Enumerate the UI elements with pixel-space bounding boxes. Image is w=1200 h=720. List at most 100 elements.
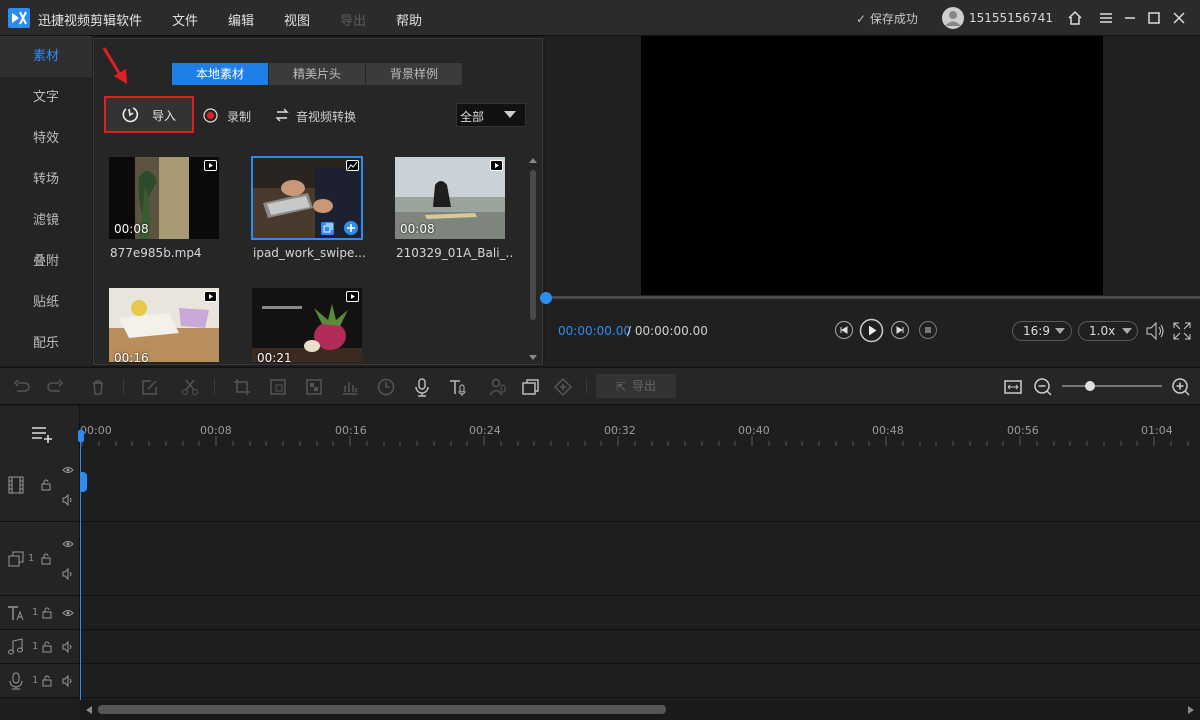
redo-icon[interactable] bbox=[45, 377, 65, 397]
tab-backgrounds[interactable]: 背景样例 bbox=[366, 63, 462, 85]
ruler-tick-label: 00:40 bbox=[738, 424, 770, 437]
media-duration: 00:21 bbox=[257, 351, 292, 365]
preview-screen[interactable] bbox=[641, 36, 1103, 295]
nav-item-effects[interactable]: 特效 bbox=[0, 118, 92, 159]
track-overlay[interactable] bbox=[0, 522, 1200, 596]
time-total: / 00:00:00.00 bbox=[627, 324, 708, 338]
toolbar-divider bbox=[214, 378, 215, 394]
avatar[interactable] bbox=[942, 7, 964, 29]
zoom-in-icon[interactable] bbox=[1171, 377, 1191, 397]
visibility-icon[interactable] bbox=[62, 538, 74, 550]
play-icon[interactable] bbox=[859, 318, 884, 343]
media-duration: 00:08 bbox=[114, 222, 149, 236]
track-voice[interactable] bbox=[0, 664, 1200, 698]
duration-icon[interactable] bbox=[376, 377, 396, 397]
import-button[interactable] bbox=[104, 96, 194, 133]
marker-icon[interactable] bbox=[553, 377, 573, 397]
pip-icon[interactable] bbox=[521, 377, 541, 397]
menu-file[interactable]: 文件 bbox=[172, 10, 198, 29]
zoom-slider-knob[interactable] bbox=[1085, 381, 1095, 391]
lock-icon[interactable] bbox=[40, 553, 52, 565]
maximize-icon[interactable] bbox=[1145, 9, 1163, 27]
speaker-icon[interactable] bbox=[62, 568, 74, 580]
tab-intros[interactable]: 精美片头 bbox=[269, 63, 365, 85]
prev-frame-icon[interactable] bbox=[834, 320, 854, 340]
copy-icon[interactable] bbox=[321, 222, 334, 235]
lock-icon[interactable] bbox=[41, 641, 53, 653]
edit-icon[interactable] bbox=[140, 377, 160, 397]
zoom-out-icon[interactable] bbox=[1033, 377, 1053, 397]
nav-item-material[interactable]: 素材 bbox=[0, 36, 92, 77]
nav-item-music[interactable]: 配乐 bbox=[0, 323, 92, 364]
image-badge-icon bbox=[346, 160, 359, 171]
close-icon[interactable] bbox=[1170, 9, 1188, 27]
add-track-icon[interactable] bbox=[30, 424, 54, 444]
nav-item-transitions[interactable]: 转场 bbox=[0, 159, 92, 200]
track-music[interactable] bbox=[0, 630, 1200, 664]
scroll-right-icon[interactable] bbox=[1188, 706, 1194, 714]
voice-change-icon[interactable] bbox=[488, 377, 508, 397]
split-icon[interactable] bbox=[180, 377, 200, 397]
media-name: ipad_work_swipe... bbox=[253, 246, 366, 260]
lock-icon[interactable] bbox=[41, 607, 53, 619]
lock-icon[interactable] bbox=[41, 675, 53, 687]
zoom-slider-track[interactable] bbox=[1062, 385, 1162, 387]
stop-icon[interactable] bbox=[918, 320, 938, 340]
speaker-icon[interactable] bbox=[62, 494, 74, 506]
menu-help[interactable]: 帮助 bbox=[396, 10, 422, 29]
audio-levels-icon[interactable] bbox=[340, 377, 360, 397]
menu-view[interactable]: 视图 bbox=[284, 10, 310, 29]
export-label: 导出 bbox=[632, 379, 657, 393]
resize-icon[interactable] bbox=[268, 377, 288, 397]
chevron-down-icon bbox=[504, 111, 516, 119]
playhead-handle[interactable] bbox=[78, 430, 84, 442]
media-scrollbar[interactable] bbox=[527, 156, 539, 362]
menu-edit[interactable]: 编辑 bbox=[228, 10, 254, 29]
track-start-marker[interactable] bbox=[80, 472, 87, 492]
nav-item-stickers[interactable]: 贴纸 bbox=[0, 282, 92, 323]
chevron-down-icon bbox=[1055, 328, 1065, 334]
scroll-left-icon[interactable] bbox=[86, 706, 92, 714]
toolbar-divider bbox=[586, 378, 587, 394]
nav-item-overlay[interactable]: 叠附 bbox=[0, 241, 92, 282]
toolbar-divider bbox=[123, 378, 124, 394]
speaker-icon[interactable] bbox=[62, 641, 74, 653]
delete-icon[interactable] bbox=[88, 377, 108, 397]
nav-item-text[interactable]: 文字 bbox=[0, 77, 92, 118]
minimize-icon[interactable] bbox=[1121, 9, 1139, 27]
track-video[interactable] bbox=[0, 446, 1200, 522]
convert-icon[interactable] bbox=[274, 107, 290, 123]
fit-timeline-icon[interactable] bbox=[1003, 377, 1023, 397]
progress-knob[interactable] bbox=[540, 292, 552, 304]
crop-icon[interactable] bbox=[232, 377, 252, 397]
menu-export[interactable]: 导出 bbox=[340, 10, 366, 29]
record-button[interactable]: 录制 bbox=[227, 108, 251, 125]
track-number: 1 bbox=[32, 641, 39, 652]
mosaic-icon[interactable] bbox=[304, 377, 324, 397]
ruler-tick-label: 00:32 bbox=[604, 424, 636, 437]
next-frame-icon[interactable] bbox=[890, 320, 910, 340]
convert-button[interactable]: 音视频转换 bbox=[296, 108, 356, 125]
text-to-speech-icon[interactable] bbox=[448, 377, 468, 397]
record-icon[interactable] bbox=[203, 108, 218, 123]
visibility-icon[interactable] bbox=[62, 464, 74, 476]
visibility-icon[interactable] bbox=[62, 607, 74, 619]
track-text[interactable] bbox=[0, 596, 1200, 630]
ruler-tick-label: 00:48 bbox=[872, 424, 904, 437]
fullscreen-icon[interactable] bbox=[1172, 321, 1192, 341]
volume-icon[interactable] bbox=[1144, 320, 1166, 342]
home-icon[interactable] bbox=[1066, 9, 1084, 27]
user-id[interactable]: 15155156741 bbox=[969, 11, 1053, 25]
speaker-icon[interactable] bbox=[62, 675, 74, 687]
microphone-icon[interactable] bbox=[412, 377, 432, 397]
lock-icon[interactable] bbox=[40, 479, 52, 491]
ruler-tick-label: 01:04 bbox=[1141, 424, 1173, 437]
tab-local-media[interactable]: 本地素材 bbox=[172, 63, 268, 85]
timeline-scroll-thumb[interactable] bbox=[98, 705, 666, 714]
menu-icon[interactable] bbox=[1097, 9, 1115, 27]
add-to-timeline-icon[interactable] bbox=[344, 221, 358, 235]
undo-icon[interactable] bbox=[12, 377, 32, 397]
nav-item-filters[interactable]: 滤镜 bbox=[0, 200, 92, 241]
export-button[interactable]: ⇱ 导出 bbox=[596, 374, 676, 398]
progress-track[interactable] bbox=[545, 296, 1200, 299]
